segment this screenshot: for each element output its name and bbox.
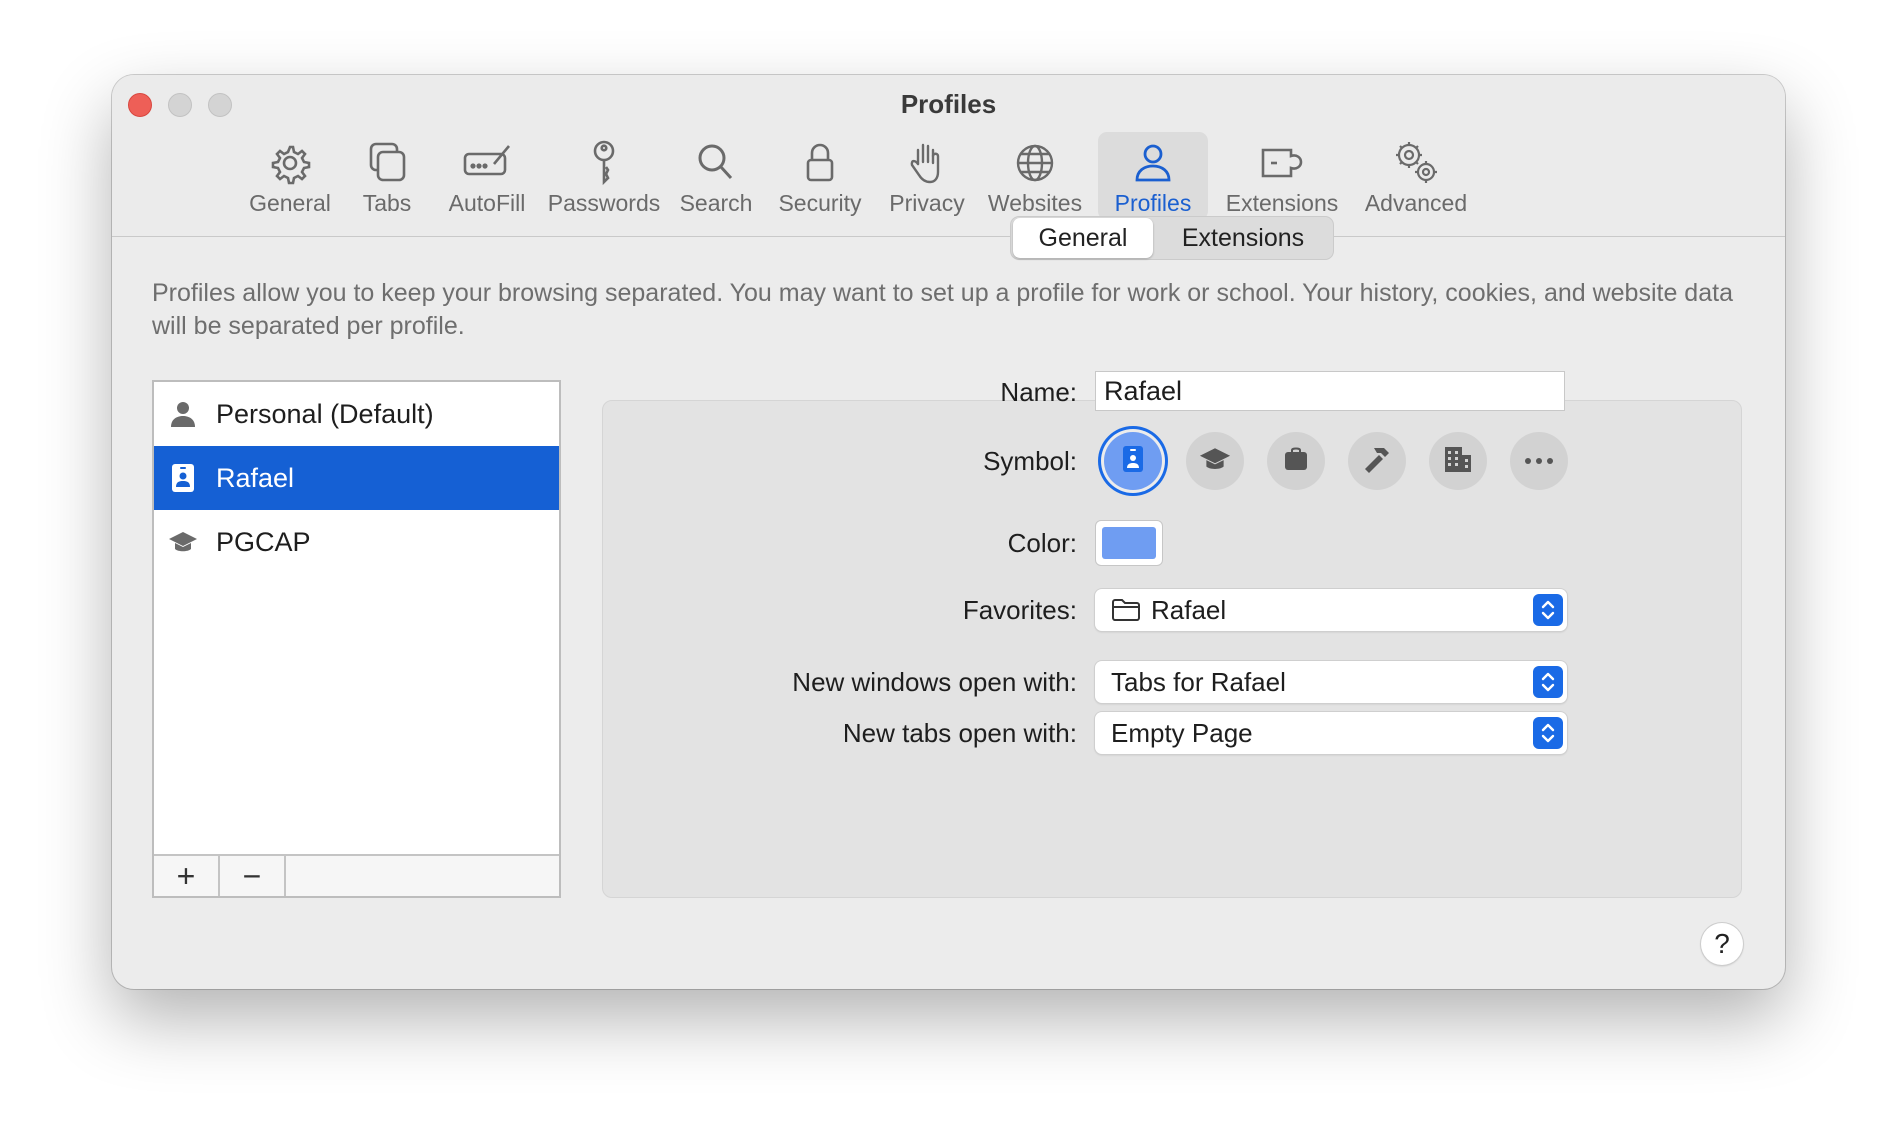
tab-advanced[interactable]: Advanced — [1356, 132, 1476, 220]
lock-icon — [795, 138, 845, 188]
tab-profiles-label: Profiles — [1114, 190, 1192, 216]
tab-search-label: Search — [679, 190, 753, 216]
autofill-icon — [462, 138, 512, 188]
profile-row-pgcap[interactable]: PGCAP — [154, 510, 559, 574]
magnifier-icon — [691, 138, 741, 188]
favorites-popup[interactable]: Rafael — [1095, 589, 1567, 631]
profile-row-personal[interactable]: Personal (Default) — [154, 382, 559, 446]
building-icon — [1443, 445, 1473, 478]
favorites-value: Rafael — [1151, 594, 1227, 625]
add-profile-button[interactable]: + — [154, 856, 220, 896]
profile-row-rafael[interactable]: Rafael — [154, 446, 559, 510]
color-label: Color: — [1007, 528, 1077, 558]
symbol-id-badge-button[interactable] — [1104, 432, 1162, 490]
chevron-updown-icon — [1533, 717, 1563, 749]
folder-icon — [1111, 598, 1141, 622]
person-icon — [168, 399, 198, 429]
tabs-icon — [362, 138, 412, 188]
favorites-label: Favorites: — [962, 595, 1077, 625]
tab-tabs[interactable]: Tabs — [352, 132, 422, 220]
tab-extensions[interactable]: Extensions — [1220, 132, 1344, 220]
tab-autofill-label: AutoFill — [448, 190, 526, 216]
help-button[interactable]: ? — [1701, 923, 1743, 965]
name-field[interactable]: Rafael — [1095, 371, 1565, 411]
preferences-toolbar: General Tabs AutoFill Passwords Search S… — [112, 132, 1785, 220]
color-well[interactable] — [1095, 520, 1163, 566]
tab-profiles[interactable]: Profiles — [1098, 132, 1208, 220]
remove-profile-button[interactable]: − — [220, 856, 286, 896]
profile-name: Personal (Default) — [216, 398, 434, 429]
chevron-updown-icon — [1533, 594, 1563, 626]
puzzle-icon — [1257, 138, 1307, 188]
symbol-more-button[interactable] — [1510, 432, 1568, 490]
bag-icon — [1283, 446, 1309, 477]
tab-advanced-label: Advanced — [1364, 190, 1468, 216]
profiles-description: Profiles allow you to keep your browsing… — [152, 279, 1733, 340]
tab-general[interactable]: General — [242, 132, 338, 220]
tab-websites-label: Websites — [987, 190, 1083, 216]
gear-icon — [265, 138, 315, 188]
graduation-cap-icon — [168, 527, 198, 557]
gears-icon — [1391, 138, 1441, 188]
titlebar: Profiles General Tabs AutoFill Passwords… — [112, 75, 1785, 237]
tab-extensions-label: Extensions — [1225, 190, 1339, 216]
id-badge-icon — [1122, 445, 1144, 478]
id-badge-icon — [168, 463, 198, 493]
new-windows-value: Tabs for Rafael — [1111, 666, 1286, 697]
chevron-updown-icon — [1533, 666, 1563, 698]
preferences-window: Profiles General Tabs AutoFill Passwords… — [112, 75, 1785, 989]
tab-profile-general[interactable]: General — [1013, 218, 1153, 258]
tab-security[interactable]: Security — [772, 132, 868, 220]
tab-websites[interactable]: Websites — [984, 132, 1086, 220]
tab-search[interactable]: Search — [672, 132, 760, 220]
symbol-label: Symbol: — [983, 446, 1077, 476]
symbol-bag-button[interactable] — [1267, 432, 1325, 490]
color-swatch — [1102, 527, 1156, 559]
hand-icon — [902, 138, 952, 188]
symbol-building-button[interactable] — [1429, 432, 1487, 490]
tab-autofill[interactable]: AutoFill — [438, 132, 536, 220]
more-icon — [1524, 452, 1554, 470]
graduation-cap-icon — [1198, 445, 1232, 478]
new-tabs-popup[interactable]: Empty Page — [1095, 712, 1567, 754]
symbol-hammer-button[interactable] — [1348, 432, 1406, 490]
key-icon — [579, 138, 629, 188]
new-windows-label: New windows open with: — [792, 667, 1077, 697]
tab-passwords[interactable]: Passwords — [542, 132, 666, 220]
profile-name: Rafael — [216, 462, 295, 493]
tab-general-label: General — [249, 190, 331, 216]
new-windows-popup[interactable]: Tabs for Rafael — [1095, 661, 1567, 703]
person-icon — [1128, 138, 1178, 188]
window-title: Profiles — [900, 89, 997, 119]
profile-name: PGCAP — [216, 526, 311, 557]
symbol-graduation-cap-button[interactable] — [1186, 432, 1244, 490]
profile-settings-panel — [602, 400, 1742, 898]
tab-privacy[interactable]: Privacy — [882, 132, 972, 220]
new-tabs-value: Empty Page — [1111, 717, 1253, 748]
profile-settings-tabs: General Extensions — [1010, 216, 1334, 260]
profile-list-footer: + − — [154, 854, 559, 896]
tab-security-label: Security — [778, 190, 862, 216]
name-label: Name: — [1000, 377, 1077, 407]
tab-profile-extensions[interactable]: Extensions — [1155, 218, 1331, 258]
globe-icon — [1010, 138, 1060, 188]
tab-privacy-label: Privacy — [889, 190, 965, 216]
profile-list[interactable]: Personal (Default) Rafael PGCAP + − — [152, 380, 561, 898]
tab-passwords-label: Passwords — [547, 190, 661, 216]
tab-tabs-label: Tabs — [362, 190, 412, 216]
new-tabs-label: New tabs open with: — [842, 718, 1077, 748]
hammer-icon — [1362, 444, 1392, 479]
